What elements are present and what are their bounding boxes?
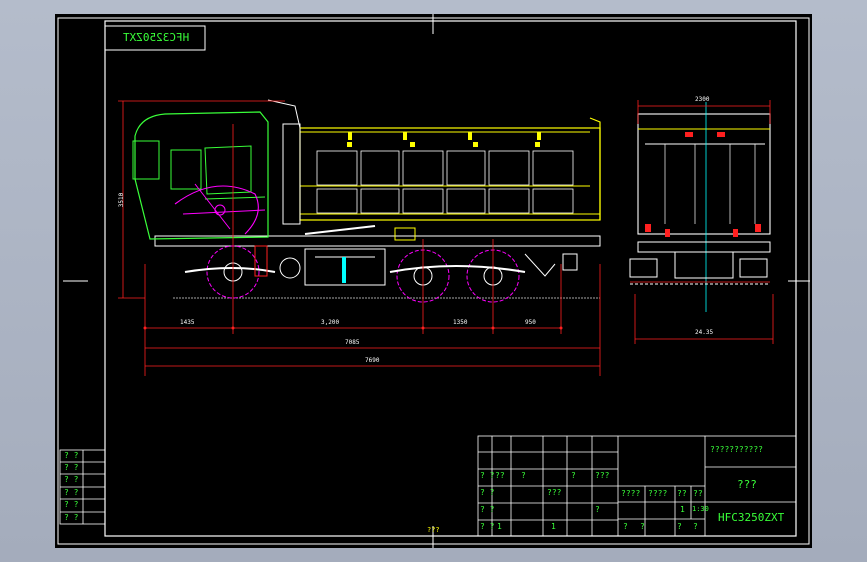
title-small-mark: 1: [497, 522, 502, 531]
title-row-mark: ? ?: [480, 505, 495, 514]
side-view: [118, 99, 601, 376]
mirrored-title: HFC3250ZXT: [123, 31, 190, 44]
title-small-mark: ?: [571, 471, 576, 480]
title-row-mark: ? ?: [480, 471, 495, 480]
title-small-mark: 1: [551, 522, 556, 531]
revision-mark: ? ?: [64, 488, 79, 497]
title-field: ??: [677, 489, 687, 498]
revision-mark: ? ?: [64, 500, 79, 509]
dim-overall-length: 7690: [365, 357, 380, 364]
title-drawing-code: HFC3250ZXT: [718, 511, 785, 524]
title-sheet: 1: [680, 505, 685, 514]
dump-body: [299, 127, 601, 221]
center-mark-label: ???: [427, 526, 440, 534]
rear-view: [629, 100, 774, 344]
dim-rear-width-top: 2300: [695, 96, 710, 103]
revision-mark: ? ?: [64, 513, 79, 522]
title-small-mark: ?: [595, 505, 600, 514]
title-drawing-name: ???: [737, 478, 757, 491]
title-cell-mark: ???: [547, 488, 562, 497]
title-sign: ?: [677, 522, 682, 531]
dim-wheelbase-2: 1350: [453, 319, 468, 326]
dim-front-overhang: 1435: [180, 319, 195, 326]
revision-mark: ? ?: [64, 451, 79, 460]
drawing-svg: [57, 14, 810, 548]
revision-mark: ? ?: [64, 463, 79, 472]
rear-body: [637, 113, 771, 235]
title-field: ??: [693, 489, 703, 498]
drawing-canvas[interactable]: HFC3250ZXT 3510 1435 3,200 1350 950 7085…: [55, 14, 812, 548]
title-row-mark: ? ?: [480, 488, 495, 497]
dim-wheelbase-total: 7085: [345, 339, 360, 346]
dim-rear-width-bottom: 24.35: [695, 329, 714, 336]
title-scale: 1:30: [692, 505, 709, 513]
title-sign: ?: [623, 522, 628, 531]
revision-mark: ? ?: [64, 475, 79, 484]
title-field: ????: [621, 489, 641, 498]
title-company: ???????????: [710, 445, 763, 454]
title-row-mark: ? ?: [480, 522, 495, 531]
title-sign: ?: [693, 522, 698, 531]
title-cell-mark: ?: [521, 471, 526, 480]
title-cell-mark: ???: [595, 471, 610, 480]
title-sign: ?: [640, 522, 645, 531]
title-field: ????: [648, 489, 668, 498]
cad-window: HFC3250ZXT 3510 1435 3,200 1350 950 7085…: [0, 0, 867, 562]
title-cell-mark: ??: [495, 471, 505, 480]
dim-wheelbase-1: 3,200: [321, 319, 340, 326]
dim-height: 3510: [118, 192, 126, 208]
dim-rear-overhang: 950: [525, 319, 536, 326]
